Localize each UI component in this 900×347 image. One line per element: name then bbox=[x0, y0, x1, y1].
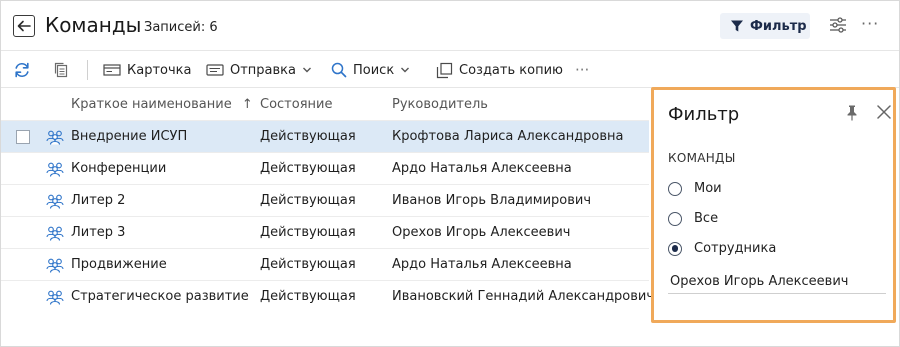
filter-panel-title: Фильтр bbox=[668, 104, 740, 125]
card-button-label: Карточка bbox=[127, 62, 192, 78]
chevron-down-icon bbox=[401, 67, 410, 73]
cell-name: Внедрение ИСУП bbox=[71, 129, 188, 144]
create-copy-button[interactable]: Создать копию bbox=[436, 60, 563, 80]
team-icon bbox=[46, 162, 64, 177]
toolbar-more-button[interactable]: ··· bbox=[575, 60, 589, 80]
funnel-icon bbox=[731, 20, 743, 32]
filter-button[interactable]: Фильтр bbox=[720, 13, 810, 39]
cell-state: Действующая bbox=[260, 161, 356, 176]
app-window: Команды Записей: 6 Фильтр ··· Карточка О… bbox=[0, 0, 900, 347]
column-header-state[interactable]: Состояние bbox=[260, 97, 332, 112]
table-row[interactable]: Стратегическое развитие Действующая Иванов… bbox=[1, 280, 654, 312]
toolbar: Карточка Отправка Поиск Создать копию ··… bbox=[1, 52, 899, 88]
cell-state: Действующая bbox=[260, 129, 356, 144]
page-title: Команды bbox=[45, 13, 142, 37]
row-checkbox[interactable] bbox=[16, 130, 30, 144]
table-header: Краткое наименование ↑ Состояние Руковод… bbox=[1, 88, 649, 120]
search-icon bbox=[331, 62, 347, 78]
column-header-head[interactable]: Руководитель bbox=[392, 97, 488, 112]
search-dropdown-label: Поиск bbox=[353, 62, 395, 78]
close-icon bbox=[877, 105, 891, 119]
view-settings-button[interactable] bbox=[828, 15, 848, 35]
radio-label: Мои bbox=[694, 181, 722, 196]
copy-icon bbox=[54, 62, 68, 78]
team-icon bbox=[46, 130, 64, 145]
send-icon bbox=[206, 64, 224, 76]
cell-name: Продвижение bbox=[71, 257, 167, 272]
filter-section-label: КОМАНДЫ bbox=[668, 151, 736, 165]
table-row[interactable]: Литер 2 Действующая Иванов Игорь Владимиро… bbox=[1, 184, 649, 216]
cell-head: Ардо Наталья Алексеевна bbox=[392, 161, 572, 176]
create-copy-label: Создать копию bbox=[459, 62, 563, 78]
sort-asc-icon: ↑ bbox=[241, 97, 253, 112]
cell-head: Ивановский Геннадий Александрович bbox=[392, 289, 655, 304]
radio-label: Сотрудника bbox=[694, 241, 777, 256]
card-icon bbox=[103, 64, 121, 76]
cell-head: Иванов Игорь Владимирович bbox=[392, 193, 592, 208]
radio-label: Все bbox=[694, 211, 719, 226]
copy-button[interactable] bbox=[53, 60, 69, 80]
cell-state: Действующая bbox=[260, 289, 356, 304]
more-menu-button[interactable]: ··· bbox=[861, 14, 879, 33]
radio-button[interactable] bbox=[668, 211, 682, 226]
sliders-icon bbox=[830, 17, 846, 33]
pin-icon bbox=[847, 105, 857, 121]
card-button[interactable]: Карточка bbox=[103, 60, 191, 80]
cell-state: Действующая bbox=[260, 225, 356, 240]
table-row[interactable]: Литер 3 Действующая Орехов Игорь Алексееви… bbox=[1, 216, 649, 248]
refresh-icon bbox=[15, 62, 29, 78]
pin-button[interactable] bbox=[844, 104, 860, 122]
search-dropdown[interactable]: Поиск bbox=[331, 60, 410, 80]
table-row[interactable]: Внедрение ИСУП Действующая Крофтова Лариса… bbox=[1, 120, 649, 152]
radio-button-checked[interactable] bbox=[668, 241, 682, 256]
column-header-name[interactable]: Краткое наименование ↑ bbox=[71, 97, 253, 112]
radio-option-employee[interactable]: Сотрудника bbox=[668, 241, 776, 256]
team-icon bbox=[46, 226, 64, 241]
table-row[interactable]: Конференции Действующая Ардо Наталья Алекс… bbox=[1, 152, 649, 184]
chevron-down-icon bbox=[303, 67, 312, 73]
duplicate-icon bbox=[436, 62, 453, 78]
cell-name: Литер 2 bbox=[71, 193, 126, 208]
radio-option-mine[interactable]: Мои bbox=[668, 181, 722, 196]
records-count: Записей: 6 bbox=[144, 20, 218, 35]
cell-name: Стратегическое развитие bbox=[71, 289, 249, 304]
cell-head: Ардо Наталья Алексеевна bbox=[392, 257, 572, 272]
team-icon bbox=[46, 258, 64, 273]
header: Команды Записей: 6 Фильтр ··· bbox=[1, 1, 899, 51]
radio-button[interactable] bbox=[668, 181, 682, 196]
filter-button-label: Фильтр bbox=[750, 18, 807, 34]
refresh-button[interactable] bbox=[13, 60, 31, 80]
radio-option-all[interactable]: Все bbox=[668, 211, 718, 226]
close-button[interactable] bbox=[876, 104, 892, 120]
table-body: Внедрение ИСУП Действующая Крофтова Лариса… bbox=[1, 120, 654, 312]
back-button[interactable] bbox=[13, 15, 35, 37]
cell-name: Литер 3 bbox=[71, 225, 126, 240]
cell-state: Действующая bbox=[260, 193, 356, 208]
send-dropdown[interactable]: Отправка bbox=[206, 60, 312, 80]
arrow-left-icon bbox=[17, 20, 31, 32]
cell-head: Крофтова Лариса Александровна bbox=[392, 129, 624, 144]
send-dropdown-label: Отправка bbox=[230, 62, 297, 78]
cell-head: Орехов Игорь Алексеевич bbox=[392, 225, 571, 240]
cell-name: Конференции bbox=[71, 161, 167, 176]
filter-panel: Фильтр КОМАНДЫ Мои Все Сотрудника bbox=[651, 87, 896, 323]
employee-field[interactable] bbox=[668, 270, 886, 294]
team-icon bbox=[46, 194, 64, 209]
toolbar-divider bbox=[87, 60, 88, 80]
cell-state: Действующая bbox=[260, 257, 356, 272]
team-icon bbox=[46, 290, 64, 305]
table-row[interactable]: Продвижение Действующая Ардо Наталья Алекс… bbox=[1, 248, 649, 280]
teams-table: Краткое наименование ↑ Состояние Руковод… bbox=[1, 88, 654, 312]
